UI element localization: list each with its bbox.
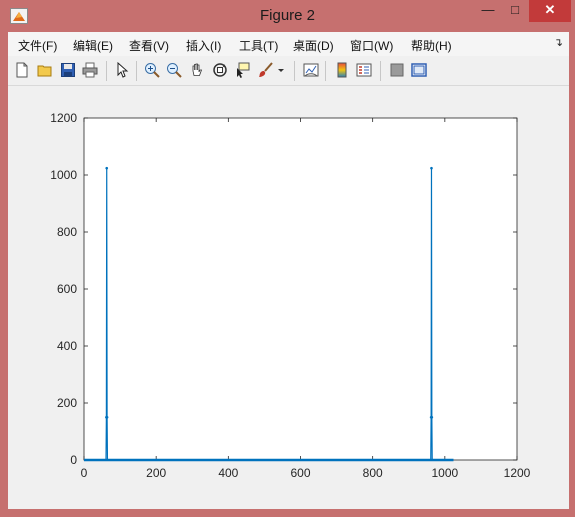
line-chart[interactable]: 0 200 400 600 800 1000 1200 0 200 400 600 800 1000 12… — [8, 86, 569, 509]
data-point — [105, 415, 109, 419]
pan-hand-icon[interactable] — [189, 62, 205, 78]
y-tick-label: 600 — [57, 282, 77, 296]
x-tick-label: 400 — [218, 466, 238, 480]
close-button[interactable]: ✕ — [529, 0, 571, 22]
x-tick-label: 1000 — [431, 466, 458, 480]
figure-toolbar — [8, 56, 569, 86]
menu-desktop[interactable]: 桌面(D) — [293, 37, 334, 54]
x-tick-label: 200 — [146, 466, 166, 480]
figure-canvas[interactable]: 0 200 400 600 800 1000 1200 0 200 400 600 800 1000 12… — [8, 86, 569, 509]
maximize-button[interactable]: □ — [502, 0, 528, 22]
menu-overflow-icon[interactable]: ↴ — [554, 36, 563, 49]
menu-file[interactable]: 文件(F) — [18, 37, 57, 54]
open-file-icon[interactable] — [37, 62, 53, 78]
data-point — [430, 415, 434, 419]
data-point — [105, 166, 109, 170]
new-figure-icon[interactable] — [14, 62, 30, 78]
toolbar-separator — [136, 61, 137, 81]
data-point — [430, 166, 433, 170]
legend-icon[interactable] — [356, 62, 372, 78]
minimize-button[interactable]: — — [474, 0, 502, 22]
rotate-3d-icon[interactable] — [212, 62, 228, 78]
brush-icon[interactable] — [258, 62, 274, 78]
menu-window[interactable]: 窗口(W) — [350, 37, 393, 54]
y-tick-label: 800 — [57, 225, 77, 239]
zoom-out-icon[interactable] — [166, 62, 182, 78]
data-cursor-icon[interactable] — [235, 62, 251, 78]
hide-plot-tools-icon[interactable] — [389, 62, 405, 78]
toolbar-separator — [325, 61, 326, 81]
title-bar[interactable]: Figure 2 — □ ✕ — [0, 0, 575, 32]
pointer-icon[interactable] — [114, 62, 130, 78]
figure-client-area: 文件(F) 编辑(E) 查看(V) 插入(I) 工具(T) 桌面(D) 窗口(W… — [8, 32, 569, 509]
x-tick-label: 0 — [81, 466, 88, 480]
menu-insert[interactable]: 插入(I) — [186, 37, 221, 54]
link-plot-icon[interactable] — [303, 62, 319, 78]
x-tick-label: 1200 — [504, 466, 531, 480]
save-icon[interactable] — [60, 62, 76, 78]
menu-bar: 文件(F) 编辑(E) 查看(V) 插入(I) 工具(T) 桌面(D) 窗口(W… — [8, 32, 569, 56]
toolbar-separator — [294, 61, 295, 81]
toolbar-separator — [380, 61, 381, 81]
y-tick-label: 1200 — [50, 111, 77, 125]
brush-dropdown-icon[interactable] — [276, 62, 286, 78]
axes-background[interactable] — [84, 118, 517, 460]
x-tick-label: 600 — [290, 466, 310, 480]
colorbar-icon[interactable] — [334, 62, 350, 78]
menu-edit[interactable]: 编辑(E) — [73, 37, 113, 54]
toolbar-separator — [106, 61, 107, 81]
x-tick-label: 800 — [363, 466, 383, 480]
menu-help[interactable]: 帮助(H) — [411, 37, 452, 54]
figure-window: Figure 2 — □ ✕ 文件(F) 编辑(E) 查看(V) 插入(I) 工… — [0, 0, 575, 517]
y-tick-label: 400 — [57, 339, 77, 353]
print-icon[interactable] — [82, 62, 98, 78]
y-tick-label: 1000 — [50, 168, 77, 182]
zoom-in-icon[interactable] — [144, 62, 160, 78]
y-tick-label: 0 — [70, 453, 77, 467]
y-tick-label: 200 — [57, 396, 77, 410]
menu-view[interactable]: 查看(V) — [129, 37, 169, 54]
menu-tools[interactable]: 工具(T) — [239, 37, 278, 54]
show-plot-tools-icon[interactable] — [411, 62, 427, 78]
